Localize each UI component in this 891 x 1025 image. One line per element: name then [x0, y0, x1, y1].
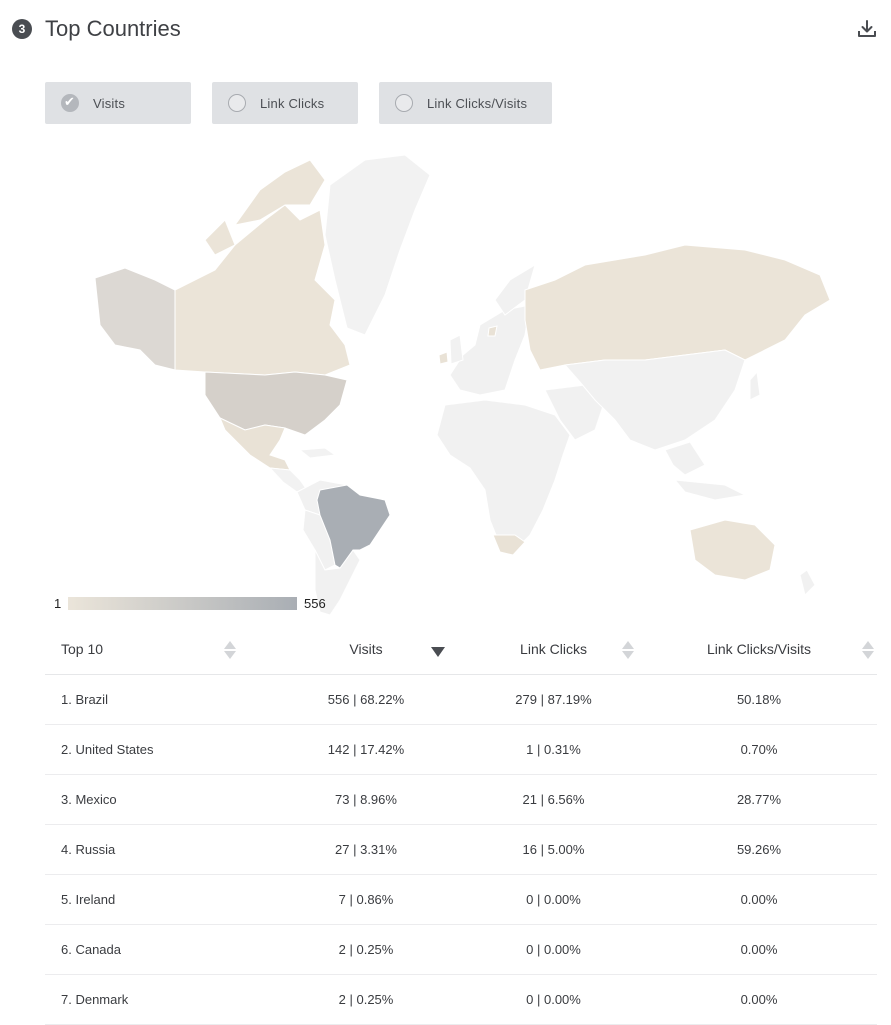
- link-clicks-cell: 0 | 0.00%: [466, 924, 641, 975]
- column-header-label: Link Clicks/Visits: [707, 641, 811, 657]
- column-header-label: Visits: [349, 641, 383, 657]
- country-ireland: [438, 351, 449, 365]
- visits-cell: 2 | 0.25%: [266, 974, 466, 1025]
- table-row[interactable]: 7. Denmark 2 | 0.25% 0 | 0.00% 0.00%: [45, 974, 877, 1025]
- visits-cell: 7 | 0.86%: [266, 874, 466, 925]
- link-clicks-cell: 1 | 0.31%: [466, 724, 641, 775]
- link-clicks-cell: 16 | 5.00%: [466, 824, 641, 875]
- link-clicks-cell: 0 | 0.00%: [466, 874, 641, 925]
- ratio-cell: 0.00%: [641, 924, 877, 975]
- toggle-link-clicks[interactable]: Link Clicks: [212, 82, 358, 124]
- visits-cell: 27 | 3.31%: [266, 824, 466, 875]
- visits-cell: 556 | 68.22%: [266, 674, 466, 725]
- country-cell: 1. Brazil: [45, 674, 266, 725]
- link-clicks-cell: 21 | 6.56%: [466, 774, 641, 825]
- column-header-link-clicks[interactable]: Link Clicks: [466, 624, 641, 675]
- ratio-cell: 28.77%: [641, 774, 877, 825]
- table-row[interactable]: 1. Brazil 556 | 68.22% 279 | 87.19% 50.1…: [45, 674, 877, 725]
- table-row[interactable]: 5. Ireland 7 | 0.86% 0 | 0.00% 0.00%: [45, 874, 877, 925]
- legend-max-value: 556: [304, 596, 326, 611]
- table-row[interactable]: 3. Mexico 73 | 8.96% 21 | 6.56% 28.77%: [45, 774, 877, 825]
- toggle-label: Link Clicks/Visits: [427, 95, 528, 111]
- table-header-row: Top 10 Visits Link Clicks Link Clicks/Vi…: [45, 624, 877, 675]
- top-countries-table: Top 10 Visits Link Clicks Link Clicks/Vi…: [45, 624, 877, 1025]
- ratio-cell: 0.00%: [641, 974, 877, 1025]
- world-map-svg: [94, 154, 831, 616]
- sort-unsorted-icon[interactable]: [861, 640, 875, 660]
- toggle-link-clicks-per-visit[interactable]: Link Clicks/Visits: [379, 82, 552, 124]
- world-map[interactable]: [85, 150, 845, 620]
- link-clicks-cell: 279 | 87.19%: [466, 674, 641, 725]
- country-southeast-asia: [664, 441, 706, 476]
- radio-unchecked-icon: [395, 94, 413, 112]
- country-central-america: [268, 467, 308, 493]
- country-caribbean: [298, 447, 337, 459]
- table-row[interactable]: 2. United States 142 | 17.42% 1 | 0.31% …: [45, 724, 877, 775]
- country-cell: 3. Mexico: [45, 774, 266, 825]
- radio-unchecked-icon: [228, 94, 246, 112]
- visits-cell: 2 | 0.25%: [266, 924, 466, 975]
- toggle-label: Visits: [93, 95, 126, 111]
- column-header-label: Top 10: [61, 641, 104, 657]
- page-title: Top Countries: [45, 16, 181, 41]
- toggle-label: Link Clicks: [260, 95, 325, 111]
- country-cell: 5. Ireland: [45, 874, 266, 925]
- sort-unsorted-icon[interactable]: [223, 640, 237, 660]
- ratio-cell: 0.00%: [641, 874, 877, 925]
- country-australia: [689, 519, 776, 581]
- country-cell: 6. Canada: [45, 924, 266, 975]
- visits-cell: 73 | 8.96%: [266, 774, 466, 825]
- country-indonesia: [673, 479, 747, 501]
- table-row[interactable]: 6. Canada 2 | 0.25% 0 | 0.00% 0.00%: [45, 924, 877, 975]
- column-header-label: Link Clicks: [520, 641, 587, 657]
- country-canada-islands: [204, 219, 236, 256]
- country-russia: [524, 244, 831, 371]
- country-new-zealand: [799, 569, 816, 596]
- country-canada: [174, 204, 351, 376]
- sort-unsorted-icon[interactable]: [621, 640, 635, 660]
- ratio-cell: 0.70%: [641, 724, 877, 775]
- country-cell: 4. Russia: [45, 824, 266, 875]
- toggle-visits[interactable]: Visits: [45, 82, 191, 124]
- table-row[interactable]: 4. Russia 27 | 3.31% 16 | 5.00% 59.26%: [45, 824, 877, 875]
- column-header-top10[interactable]: Top 10: [45, 624, 266, 675]
- country-japan: [749, 370, 761, 401]
- radio-checked-icon: [61, 94, 79, 112]
- legend-min-value: 1: [54, 596, 62, 611]
- visits-cell: 142 | 17.42%: [266, 724, 466, 775]
- sort-descending-icon[interactable]: [430, 646, 445, 666]
- country-cell: 7. Denmark: [45, 974, 266, 1025]
- country-denmark: [487, 325, 498, 337]
- step-badge: 3: [12, 19, 32, 39]
- column-header-visits[interactable]: Visits: [266, 624, 466, 675]
- country-africa: [436, 399, 571, 551]
- ratio-cell: 59.26%: [641, 824, 877, 875]
- column-header-link-clicks-per-visit[interactable]: Link Clicks/Visits: [641, 624, 877, 675]
- country-united-kingdom: [449, 334, 464, 365]
- country-cell: 2. United States: [45, 724, 266, 775]
- ratio-cell: 50.18%: [641, 674, 877, 725]
- country-alaska: [94, 267, 176, 371]
- country-greenland: [324, 154, 431, 336]
- section-header: 3 Top Countries: [12, 14, 878, 44]
- link-clicks-cell: 0 | 0.00%: [466, 974, 641, 1025]
- legend-gradient: [68, 597, 297, 610]
- download-icon[interactable]: [856, 18, 878, 40]
